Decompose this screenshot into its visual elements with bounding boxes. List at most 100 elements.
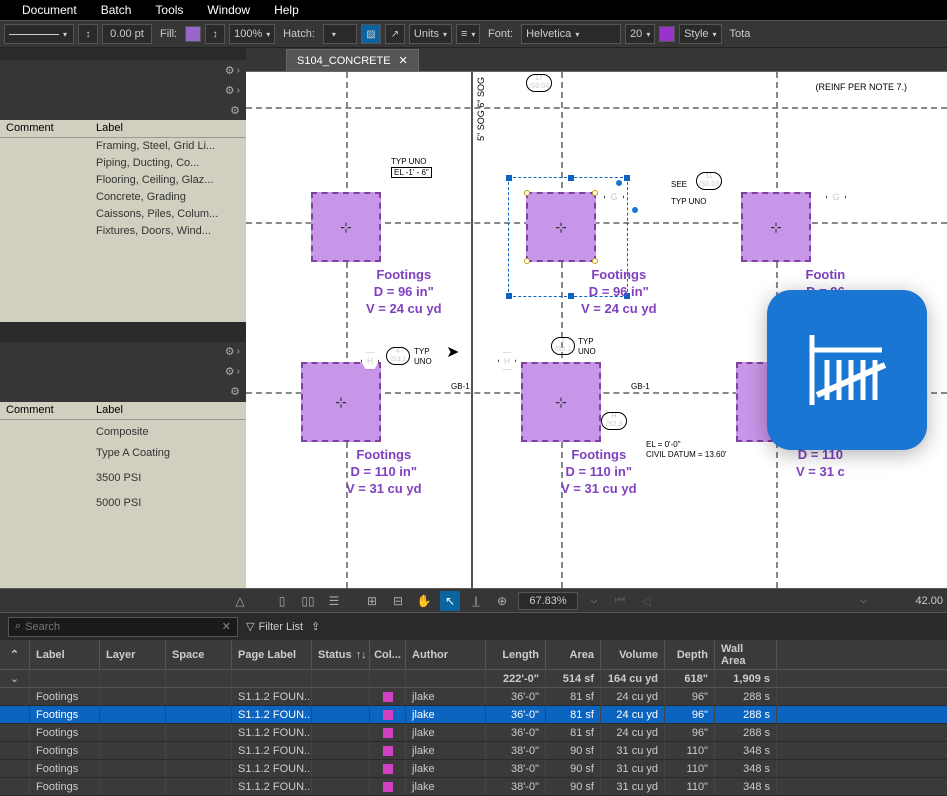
footing[interactable]: ⊹ xyxy=(301,362,381,442)
typ-note: TYP xyxy=(578,337,594,346)
app-logo-badge xyxy=(767,290,927,450)
gear-icon[interactable]: ⚙ xyxy=(230,104,240,117)
pan-icon[interactable]: ✋ xyxy=(414,591,434,611)
zoom-dropdown[interactable]: ⌵ xyxy=(584,591,604,611)
col-length[interactable]: Length xyxy=(486,640,546,669)
sort-icon[interactable]: ↑↓ xyxy=(356,649,367,661)
chevron-right-icon[interactable]: › xyxy=(237,346,240,357)
opacity-stepper[interactable]: ↕ xyxy=(205,24,225,44)
menu-help[interactable]: Help xyxy=(262,3,311,17)
uno-note: UNO xyxy=(578,347,596,356)
highlight-tool-icon[interactable]: ▨ xyxy=(361,24,381,44)
color-swatch xyxy=(383,692,393,702)
chevron-right-icon[interactable]: › xyxy=(237,85,240,96)
fit-width-icon[interactable]: ⊟ xyxy=(388,591,408,611)
col-wall[interactable]: Wall Area xyxy=(715,640,777,669)
civil-note: CIVIL DATUM = 13.60' xyxy=(646,450,726,459)
select-icon[interactable]: ↖ xyxy=(440,591,460,611)
prev-page-icon[interactable]: ◁ xyxy=(636,591,656,611)
list-item[interactable]: Concrete, Grading xyxy=(0,189,246,206)
gb1-note: GB-1 xyxy=(451,382,470,391)
footing-selected[interactable]: ⊹ xyxy=(526,192,596,262)
list-item[interactable]: 5000 PSI xyxy=(0,487,246,512)
two-page-icon[interactable]: ▯▯ xyxy=(298,591,318,611)
clear-icon[interactable]: ✕ xyxy=(222,620,231,633)
footing[interactable]: ⊹ xyxy=(521,362,601,442)
font-dropdown[interactable]: Helvetica▾ xyxy=(521,24,621,44)
col-layer[interactable]: Layer xyxy=(100,640,166,669)
menu-tools[interactable]: Tools xyxy=(143,3,195,17)
footing-label: D = 110V = 31 c xyxy=(796,447,845,481)
col-author[interactable]: Author xyxy=(406,640,486,669)
zoom-icon[interactable]: ⊕ xyxy=(492,591,512,611)
filter-list-button[interactable]: ▽ Filter List xyxy=(246,620,303,633)
fit-page-icon[interactable]: ⊞ xyxy=(362,591,382,611)
search-input[interactable] xyxy=(25,621,222,633)
col-space[interactable]: Space xyxy=(166,640,232,669)
gear-icon[interactable]: ⚙ xyxy=(225,365,235,378)
units-dropdown[interactable]: Units▾ xyxy=(409,24,452,44)
gear-icon[interactable]: ⚙ xyxy=(225,84,235,97)
panel-b-body: Composite Type A Coating 3500 PSI 5000 P… xyxy=(0,420,246,588)
col-page[interactable]: Page Label xyxy=(232,640,312,669)
text-select-icon[interactable]: I̲ xyxy=(466,591,486,611)
footing[interactable]: ⊹ xyxy=(311,192,381,262)
col-label[interactable]: Label xyxy=(30,640,100,669)
typ-note: TYP xyxy=(414,347,430,356)
align-dropdown[interactable]: ≡▾ xyxy=(456,24,480,44)
table-row[interactable]: FootingsS1.1.2 FOUN...jlake36'-0"81 sf24… xyxy=(0,724,947,742)
line-style-dropdown[interactable]: ▾ xyxy=(4,24,74,44)
point-size-input[interactable] xyxy=(102,24,152,44)
table-row[interactable]: FootingsS1.1.2 FOUN...jlake36'-0"81 sf24… xyxy=(0,706,947,724)
col-volume[interactable]: Volume xyxy=(601,640,665,669)
document-tab[interactable]: S104_CONCRETE ✕ xyxy=(286,49,419,71)
col-status[interactable]: Status ↑↓ xyxy=(312,640,370,669)
list-item[interactable]: Composite xyxy=(0,420,246,441)
fill-color-swatch[interactable] xyxy=(185,26,201,42)
measure-tool-icon[interactable]: ↗ xyxy=(385,24,405,44)
list-item[interactable]: Fixtures, Doors, Wind... xyxy=(0,223,246,240)
table-row[interactable]: FootingsS1.1.2 FOUN...jlake38'-0"90 sf31… xyxy=(0,760,947,778)
export-icon[interactable]: ⇪ xyxy=(311,620,320,633)
single-page-icon[interactable]: ▯ xyxy=(272,591,292,611)
filter-icon: ▽ xyxy=(246,620,254,633)
text-color-swatch[interactable] xyxy=(659,26,675,42)
list-item[interactable]: Piping, Ducting, Co... xyxy=(0,155,246,172)
col-depth[interactable]: Depth xyxy=(665,640,715,669)
zoom-input[interactable] xyxy=(518,592,578,610)
font-size-dropdown[interactable]: 20▾ xyxy=(625,24,655,44)
list-item[interactable]: Caissons, Piles, Colum... xyxy=(0,206,246,223)
list-item[interactable]: Type A Coating xyxy=(0,441,246,462)
triangle-icon[interactable]: △ xyxy=(230,591,250,611)
chevron-right-icon[interactable]: › xyxy=(237,65,240,76)
gear-icon[interactable]: ⚙ xyxy=(230,385,240,398)
list-item[interactable]: Framing, Steel, Grid Li... xyxy=(0,138,246,155)
list-item[interactable]: Flooring, Ceiling, Glaz... xyxy=(0,172,246,189)
table-row[interactable]: FootingsS1.1.2 FOUN...jlake36'-0"81 sf24… xyxy=(0,688,947,706)
table-row[interactable]: FootingsS1.1.2 FOUN...jlake38'-0"90 sf31… xyxy=(0,742,947,760)
hatch-dropdown[interactable]: ▾ xyxy=(323,24,357,44)
color-swatch xyxy=(383,746,393,756)
continuous-icon[interactable]: ☰ xyxy=(324,591,344,611)
dropdown-icon[interactable]: ⌵ xyxy=(853,591,873,611)
document-tab-bar: S104_CONCRETE ✕ xyxy=(246,48,947,72)
list-item[interactable]: 3500 PSI xyxy=(0,462,246,487)
close-icon[interactable]: ✕ xyxy=(399,54,408,67)
detail-bubble: 4/S3.1 xyxy=(386,347,410,365)
first-page-icon[interactable]: ⏮ xyxy=(610,591,630,611)
footing-label: FootingsD = 96 in"V = 24 cu yd xyxy=(581,267,657,318)
chevron-right-icon[interactable]: › xyxy=(237,366,240,377)
stepper-icon[interactable]: ↕ xyxy=(78,24,98,44)
col-area[interactable]: Area xyxy=(546,640,601,669)
footing[interactable]: ⊹ xyxy=(741,192,811,262)
style-dropdown[interactable]: Style▾ xyxy=(679,24,721,44)
menu-document[interactable]: Document xyxy=(10,3,89,17)
opacity-dropdown[interactable]: 100%▾ xyxy=(229,24,275,44)
col-color[interactable]: Col... xyxy=(370,640,406,669)
gear-icon[interactable]: ⚙ xyxy=(225,345,235,358)
menu-window[interactable]: Window xyxy=(195,3,262,17)
menu-batch[interactable]: Batch xyxy=(89,3,144,17)
expand-col[interactable]: ⌃ xyxy=(0,640,30,669)
gear-icon[interactable]: ⚙ xyxy=(225,64,235,77)
collapse-icon[interactable]: ⌄ xyxy=(0,670,30,687)
